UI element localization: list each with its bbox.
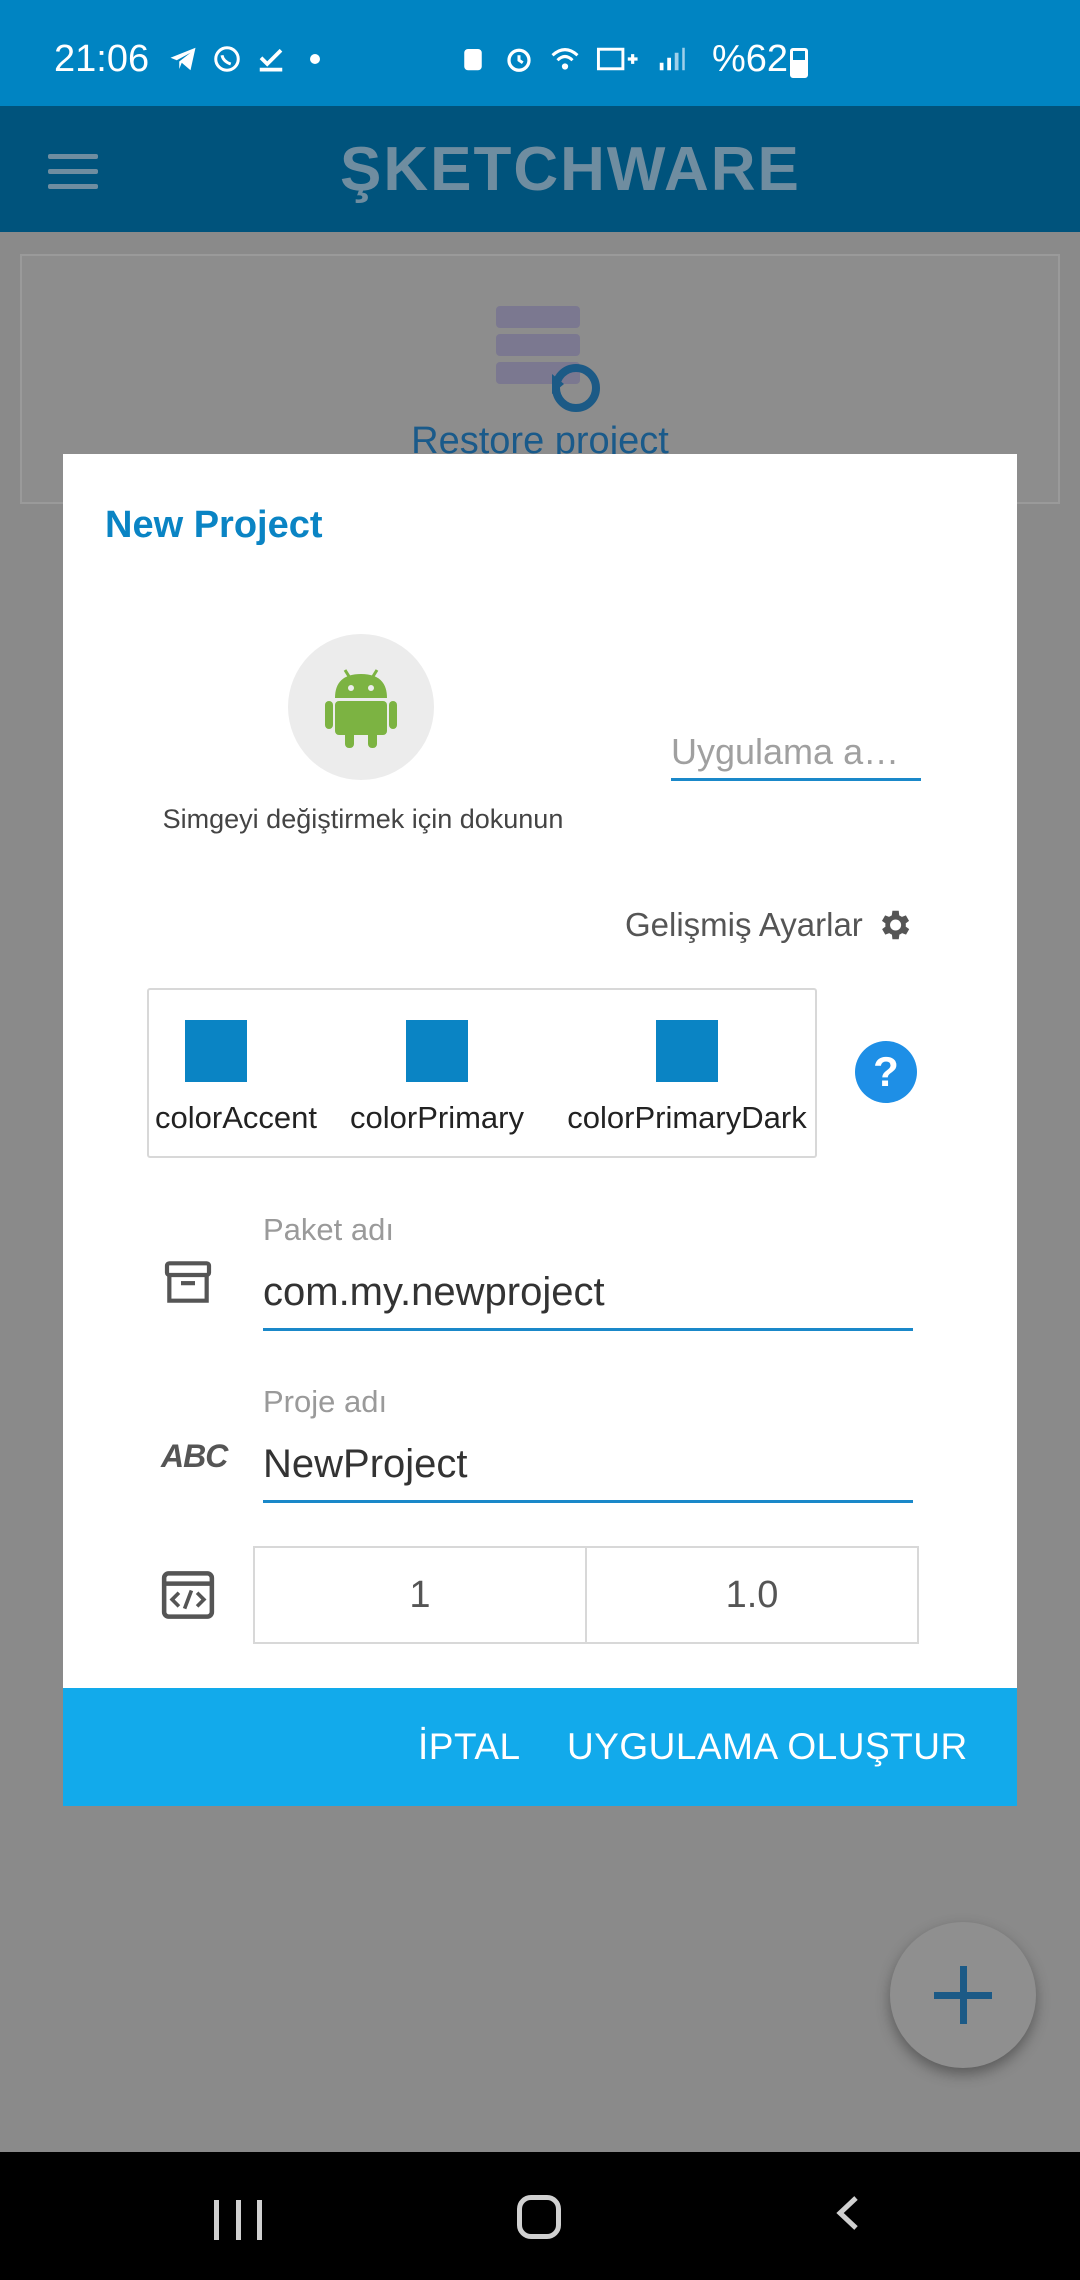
back-icon[interactable] — [832, 2196, 866, 2230]
wifi-icon — [551, 48, 579, 70]
advanced-settings-button[interactable]: Gelişmiş Ayarlar — [625, 906, 913, 944]
dialog-actions: İPTAL UYGULAMA OLUŞTUR — [63, 1688, 1017, 1806]
project-name-input[interactable]: NewProject — [263, 1442, 468, 1487]
dot-icon — [310, 54, 320, 64]
cancel-button[interactable]: İPTAL — [418, 1726, 521, 1768]
project-name-label: Proje adı — [263, 1384, 388, 1419]
lte-icon — [596, 47, 638, 71]
gear-icon — [881, 910, 909, 940]
icon-change-hint: Simgeyi değiştirmek için dokunun — [162, 804, 564, 834]
home-icon[interactable] — [517, 2195, 561, 2239]
hamburger-menu-icon[interactable] — [48, 154, 98, 190]
project-name-underline — [263, 1500, 913, 1503]
color-primary-dark-swatch[interactable] — [656, 1020, 718, 1082]
app-icon-picker[interactable] — [288, 634, 434, 780]
app-name-input[interactable] — [671, 726, 921, 781]
alarm-icon — [507, 48, 531, 72]
restore-project-icon — [496, 306, 600, 412]
color-primary-item[interactable]: colorPrimary — [349, 990, 525, 1136]
create-app-button[interactable]: UYGULAMA OLUŞTUR — [567, 1726, 968, 1768]
status-time: 21:06 — [54, 38, 150, 80]
package-icon — [164, 1261, 212, 1303]
battery-percent: %62 — [712, 38, 789, 80]
version-code-field[interactable]: 1 — [253, 1546, 587, 1644]
abc-icon: ABC — [161, 1438, 228, 1474]
app-logo: ŞKETCHWARE — [340, 135, 801, 204]
check-icon — [259, 48, 283, 72]
help-button[interactable]: ? — [855, 1041, 917, 1103]
battery-icon — [790, 48, 808, 78]
package-name-underline — [263, 1328, 913, 1331]
telegram-icon — [170, 47, 196, 71]
color-primary-swatch[interactable] — [406, 1020, 468, 1082]
status-bar: 21:06 %62 — [0, 0, 1080, 106]
system-icons — [458, 44, 686, 74]
color-accent-swatch[interactable] — [185, 1020, 247, 1082]
recents-icon[interactable] — [214, 2200, 262, 2240]
code-icon — [161, 1571, 215, 1619]
version-name-field[interactable]: 1.0 — [585, 1546, 919, 1644]
dialog-title: New Project — [105, 504, 323, 546]
color-accent-item[interactable]: colorAccent — [155, 990, 317, 1136]
signal-icon — [659, 47, 685, 71]
recycle-icon — [464, 49, 482, 71]
new-project-dialog: New Project Simgeyi değiştirmek için dok… — [63, 454, 1017, 1806]
package-name-label: Paket adı — [263, 1212, 394, 1247]
color-primary-dark-item[interactable]: colorPrimaryDark — [565, 990, 809, 1136]
theme-colors-panel: colorAccent colorPrimary colorPrimaryDar… — [147, 988, 817, 1158]
package-name-input[interactable]: com.my.newproject — [263, 1270, 605, 1315]
whatsapp-icon — [214, 46, 240, 72]
advanced-settings-label: Gelişmiş Ayarlar — [625, 906, 863, 943]
color-primary-dark-label: colorPrimaryDark — [567, 1100, 807, 1135]
add-project-fab[interactable] — [890, 1922, 1036, 2068]
android-icon — [325, 669, 397, 748]
notification-icons — [168, 44, 330, 74]
color-accent-label: colorAccent — [155, 1100, 317, 1135]
color-primary-label: colorPrimary — [350, 1100, 524, 1135]
